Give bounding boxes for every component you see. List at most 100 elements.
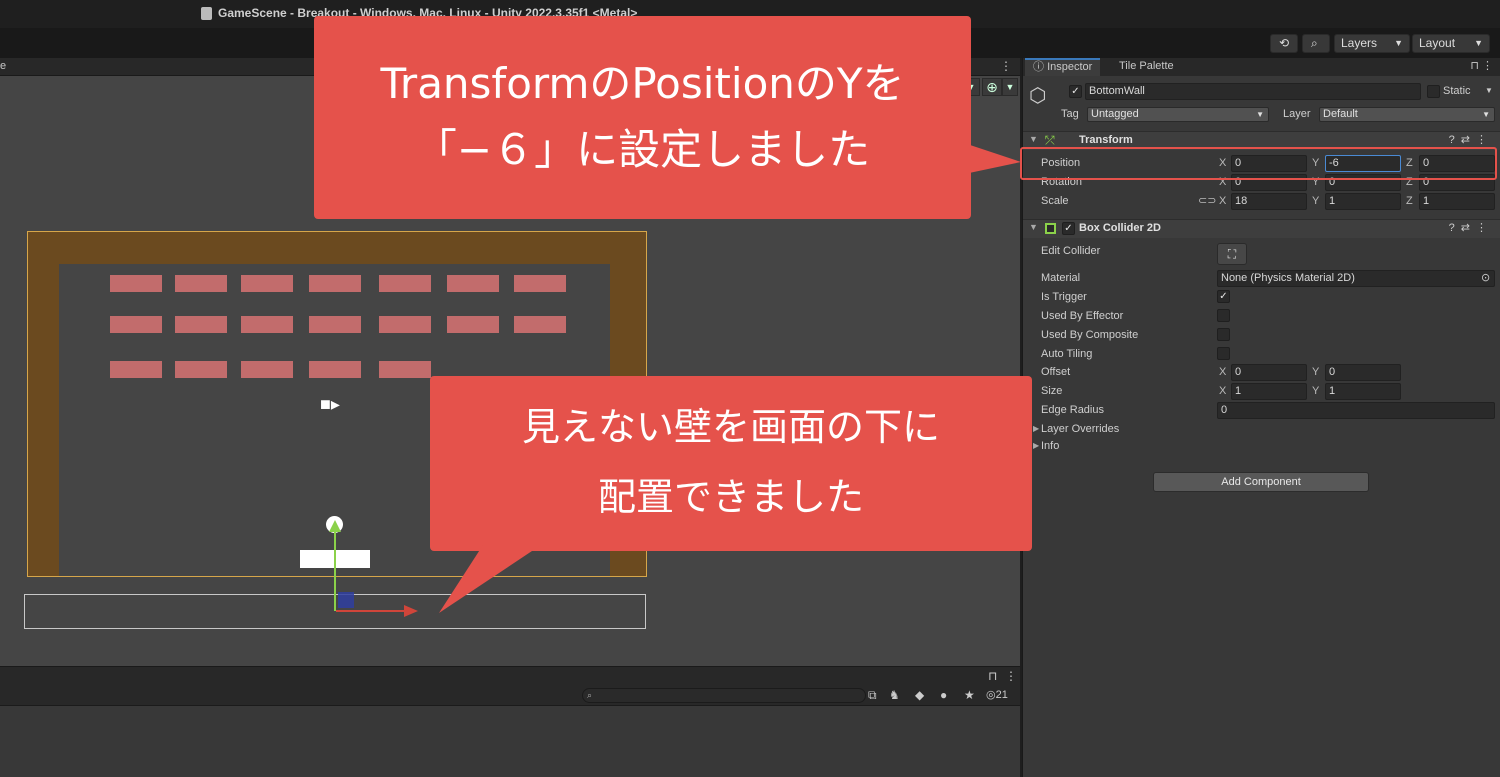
box-collider-enabled-checkbox[interactable]: ✓ bbox=[1062, 222, 1075, 235]
project-panel-body[interactable] bbox=[0, 706, 1020, 777]
foldout-icon[interactable]: ▼ bbox=[1029, 222, 1038, 232]
foldout-icon[interactable]: ▶ bbox=[1033, 441, 1039, 450]
component-tools[interactable]: ?⇄⋮ bbox=[1449, 221, 1493, 234]
arrow-up-icon[interactable] bbox=[329, 520, 341, 532]
link-icon[interactable]: ⊂⊃ bbox=[1198, 194, 1216, 207]
move-gizmo-center[interactable] bbox=[338, 592, 354, 608]
brick[interactable] bbox=[175, 275, 227, 292]
filter-icon[interactable]: ♞ bbox=[889, 688, 900, 702]
edge-radius-field[interactable]: 0 bbox=[1217, 402, 1495, 419]
transform-title: Transform bbox=[1079, 134, 1133, 146]
layout-dropdown[interactable]: Layout ▼ bbox=[1412, 34, 1490, 53]
callout-top-line1: TransformのPositionのYを bbox=[380, 59, 905, 108]
edit-collider-button[interactable]: ⛶ bbox=[1217, 243, 1247, 265]
add-component-button[interactable]: Add Component bbox=[1153, 472, 1369, 492]
foldout-icon[interactable]: ▶ bbox=[1033, 424, 1039, 433]
search-icon[interactable]: ⌕ bbox=[1302, 34, 1330, 53]
offset-y-field[interactable]: 0 bbox=[1325, 364, 1401, 381]
brick[interactable] bbox=[309, 316, 361, 333]
gizmo-toggle-icon[interactable]: ⊕ bbox=[982, 78, 1002, 96]
layer-dropdown[interactable]: Default ▼ bbox=[1319, 107, 1495, 122]
brick[interactable] bbox=[514, 316, 566, 333]
callout-top-line2: 「−６」に設定しました bbox=[414, 125, 871, 174]
info-icon[interactable]: ● bbox=[940, 688, 947, 702]
brick[interactable] bbox=[175, 316, 227, 333]
brick[interactable] bbox=[110, 275, 162, 292]
brick[interactable] bbox=[447, 275, 499, 292]
tab-tile-palette[interactable]: Tile Palette bbox=[1111, 58, 1182, 76]
move-gizmo-y-axis[interactable] bbox=[334, 528, 336, 611]
auto-tiling-label: Auto Tiling bbox=[1041, 348, 1093, 360]
search-by-type-icon[interactable]: ⧉ bbox=[868, 688, 877, 703]
more-menu-icon[interactable]: ⋮ bbox=[1000, 59, 1012, 73]
static-checkbox[interactable] bbox=[1427, 85, 1440, 98]
info-label[interactable]: Info bbox=[1041, 440, 1059, 452]
static-label: Static bbox=[1443, 85, 1471, 97]
label-icon[interactable]: ◆ bbox=[915, 688, 924, 702]
layers-dropdown[interactable]: Layers ▼ bbox=[1334, 34, 1410, 53]
more-menu-icon[interactable]: ⋮ bbox=[1482, 59, 1493, 72]
used-by-composite-checkbox[interactable] bbox=[1217, 328, 1230, 341]
material-field[interactable]: None (Physics Material 2D) bbox=[1217, 270, 1495, 287]
history-icon[interactable]: ⟲ bbox=[1270, 34, 1298, 53]
arrow-right-icon[interactable] bbox=[404, 605, 418, 617]
is-trigger-checkbox[interactable]: ✓ bbox=[1217, 290, 1230, 303]
move-gizmo-x-axis[interactable] bbox=[336, 610, 410, 612]
callout-bottom: 見えない壁を画面の下に 配置できました bbox=[430, 376, 1032, 551]
scale-y-field[interactable]: 1 bbox=[1325, 193, 1401, 210]
hidden-count: 21 bbox=[995, 689, 1008, 701]
project-search-input[interactable]: ⌕ bbox=[582, 688, 866, 703]
brick[interactable] bbox=[379, 361, 431, 378]
brick[interactable] bbox=[110, 361, 162, 378]
chevron-down-icon[interactable]: ▼ bbox=[1485, 86, 1493, 95]
lock-icon[interactable]: ⊓ bbox=[988, 669, 997, 683]
scale-z-field[interactable]: 1 bbox=[1419, 193, 1495, 210]
box-collider-header[interactable]: ▼ ✓ Box Collider 2D ?⇄⋮ bbox=[1023, 219, 1500, 238]
object-picker-icon[interactable]: ⊙ bbox=[1481, 271, 1490, 284]
chevron-down-icon[interactable]: ▼ bbox=[1002, 78, 1018, 96]
brick[interactable] bbox=[379, 316, 431, 333]
tag-value: Untagged bbox=[1091, 108, 1139, 120]
scale-label: Scale bbox=[1041, 195, 1069, 207]
brick[interactable] bbox=[175, 361, 227, 378]
axis-y-label: Y bbox=[1312, 366, 1320, 378]
brick[interactable] bbox=[110, 316, 162, 333]
camera-icon[interactable]: ■▸ bbox=[320, 394, 340, 415]
auto-tiling-checkbox[interactable] bbox=[1217, 347, 1230, 360]
brick[interactable] bbox=[241, 275, 293, 292]
active-checkbox[interactable]: ✓ bbox=[1069, 85, 1082, 98]
foldout-icon[interactable]: ▼ bbox=[1029, 134, 1038, 144]
tab-inspector-label: Inspector bbox=[1047, 61, 1093, 73]
tab-inspector[interactable]: ⓘ Inspector bbox=[1025, 58, 1101, 76]
project-panel-header: ⊓ ⋮ bbox=[0, 666, 1020, 686]
component-tools[interactable]: ?⇄⋮ bbox=[1449, 133, 1493, 146]
more-menu-icon[interactable]: ⋮ bbox=[1005, 669, 1017, 683]
tag-dropdown[interactable]: Untagged ▼ bbox=[1087, 107, 1269, 122]
brick[interactable] bbox=[309, 361, 361, 378]
layer-overrides-label[interactable]: Layer Overrides bbox=[1041, 423, 1119, 435]
lock-icon[interactable]: ⊓ bbox=[1470, 59, 1479, 72]
brick[interactable] bbox=[241, 361, 293, 378]
tab-scene[interactable]: e bbox=[0, 60, 6, 72]
scale-x-field[interactable]: 18 bbox=[1231, 193, 1307, 210]
position-highlight-box bbox=[1020, 147, 1497, 180]
brick[interactable] bbox=[447, 316, 499, 333]
brick[interactable] bbox=[379, 275, 431, 292]
used-by-effector-checkbox[interactable] bbox=[1217, 309, 1230, 322]
callout-top: TransformのPositionのYを 「−６」に設定しました bbox=[314, 16, 971, 219]
callout-bottom-line1: 見えない壁を画面の下に bbox=[521, 405, 940, 449]
edit-collider-label: Edit Collider bbox=[1041, 245, 1101, 257]
axis-x-label: X bbox=[1219, 366, 1227, 378]
star-icon[interactable]: ★ bbox=[964, 688, 975, 702]
brick[interactable] bbox=[241, 316, 293, 333]
size-y-field[interactable]: 1 bbox=[1325, 383, 1401, 400]
layer-label: Layer bbox=[1283, 108, 1311, 120]
box-collider-icon bbox=[1045, 223, 1056, 234]
brick[interactable] bbox=[514, 275, 566, 292]
brick[interactable] bbox=[309, 275, 361, 292]
hidden-packages-icon[interactable]: ◎21 bbox=[986, 688, 1008, 701]
transform-icon: ⤱ bbox=[1045, 133, 1055, 147]
offset-x-field[interactable]: 0 bbox=[1231, 364, 1307, 381]
size-x-field[interactable]: 1 bbox=[1231, 383, 1307, 400]
object-name-field[interactable]: BottomWall bbox=[1085, 83, 1421, 100]
